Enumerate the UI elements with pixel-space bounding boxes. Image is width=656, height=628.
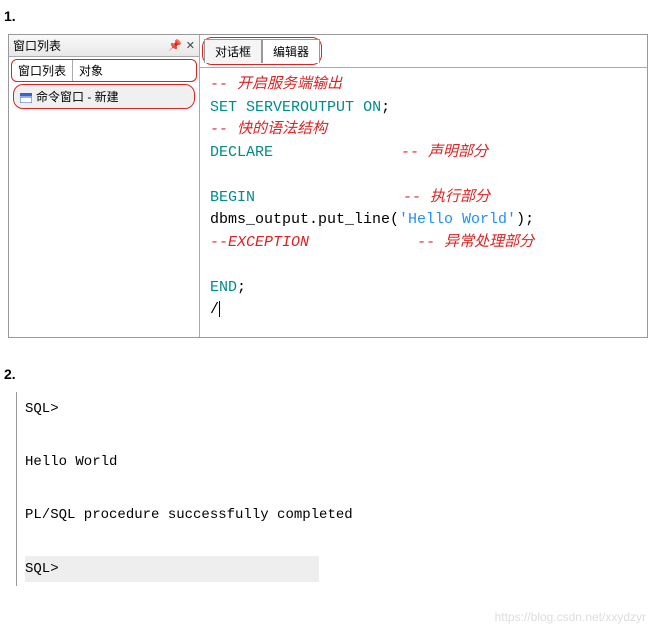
watermark: https://blog.csdn.net/xxydzyr — [0, 606, 656, 628]
code-comment: -- 执行部分 — [403, 189, 490, 206]
code-comment: --EXCEPTION — [210, 234, 309, 251]
section-1-label: 1. — [0, 0, 656, 32]
window-icon — [20, 92, 32, 102]
tree-item-label: 命令窗口 - 新建 — [36, 88, 119, 105]
code-keyword: DECLARE — [210, 144, 273, 161]
console-prompt: SQL> — [25, 396, 640, 423]
console-prompt-active[interactable]: SQL> — [25, 556, 319, 583]
code-punct: ; — [237, 279, 246, 296]
section-2: SQL> Hello World PL/SQL procedure succes… — [0, 390, 656, 606]
left-panel: 窗口列表 📌 ✕ 窗口列表 对象 命令窗口 - 新建 — [9, 35, 199, 337]
right-panel: 对话框 编辑器 -- 开启服务端输出 SET SERVEROUTPUT ON; … — [199, 35, 647, 337]
panel-header: 窗口列表 📌 ✕ — [9, 35, 199, 57]
code-punct: ; — [381, 99, 390, 116]
code-comment: -- 声明部分 — [401, 144, 488, 161]
code-keyword: BEGIN — [210, 189, 255, 206]
code-comment: -- 异常处理部分 — [417, 234, 534, 251]
ide-window: 窗口列表 📌 ✕ 窗口列表 对象 命令窗口 - 新建 对话框 — [8, 34, 648, 338]
section-2-label: 2. — [0, 358, 656, 390]
editor-tabs: 对话框 编辑器 — [200, 35, 647, 67]
sql-console: SQL> Hello World PL/SQL procedure succes… — [16, 392, 648, 586]
code-call: dbms_output.put_line( — [210, 211, 399, 228]
panel-title: 窗口列表 — [13, 37, 168, 54]
tree-item-command-window[interactable]: 命令窗口 - 新建 — [13, 84, 195, 109]
sub-tab-window-list[interactable]: 窗口列表 — [12, 60, 73, 81]
sub-tab-object[interactable]: 对象 — [73, 60, 109, 81]
code-keyword: SERVEROUTPUT — [246, 99, 354, 116]
console-output: Hello World — [25, 449, 640, 476]
code-comment: -- 开启服务端输出 — [210, 76, 342, 93]
code-punct: ); — [516, 211, 534, 228]
console-output: PL/SQL procedure successfully completed — [25, 502, 640, 529]
tab-editor[interactable]: 编辑器 — [262, 39, 320, 63]
code-keyword: ON — [363, 99, 381, 116]
left-sub-tabs: 窗口列表 对象 — [11, 59, 197, 82]
cursor-icon — [219, 301, 220, 317]
tab-dialog[interactable]: 对话框 — [204, 39, 262, 63]
code-keyword: END — [210, 279, 237, 296]
tab-highlight: 对话框 编辑器 — [202, 37, 322, 65]
code-slash: / — [210, 301, 219, 318]
code-comment: -- 快的语法结构 — [210, 121, 327, 138]
code-string: 'Hello World' — [399, 211, 516, 228]
pin-icon[interactable]: 📌 — [168, 39, 182, 52]
code-keyword: SET — [210, 99, 237, 116]
close-icon[interactable]: ✕ — [186, 39, 195, 52]
code-editor[interactable]: -- 开启服务端输出 SET SERVEROUTPUT ON; -- 快的语法结… — [200, 67, 647, 337]
section-1: 窗口列表 📌 ✕ 窗口列表 对象 命令窗口 - 新建 对话框 — [0, 32, 656, 358]
